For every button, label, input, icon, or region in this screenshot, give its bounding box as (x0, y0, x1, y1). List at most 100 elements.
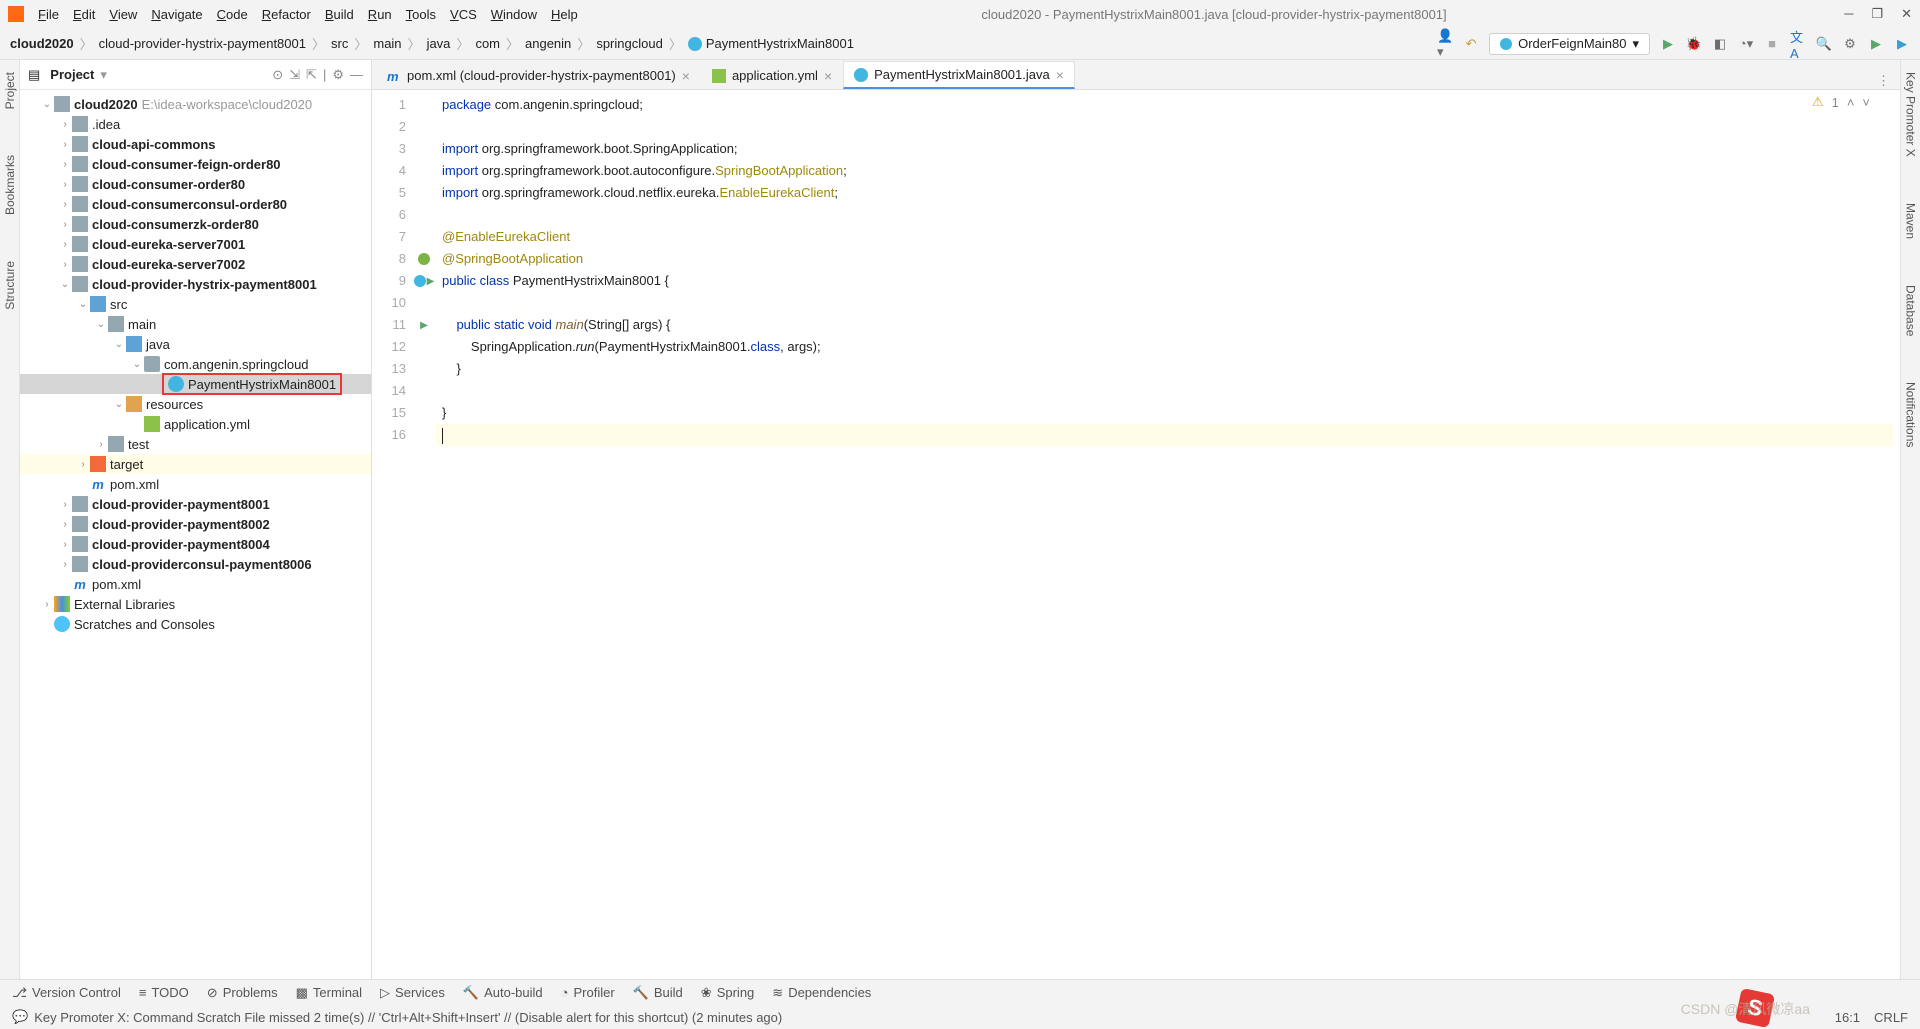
tree-arrow-icon[interactable]: › (58, 219, 72, 230)
editor-inspections[interactable]: ⚠ 1 ˄ ˅ (1812, 94, 1870, 110)
tab-close-icon[interactable]: × (1056, 67, 1064, 83)
rail-database[interactable]: Database (1904, 277, 1918, 344)
menu-file[interactable]: File (32, 5, 65, 24)
tab-close-icon[interactable]: × (682, 68, 690, 84)
menu-window[interactable]: Window (485, 5, 543, 24)
tree-arrow-icon[interactable]: › (94, 439, 108, 450)
tab-close-icon[interactable]: × (824, 68, 832, 84)
tree-arrow-icon[interactable]: › (58, 559, 72, 570)
gutter-run-icon[interactable] (427, 269, 435, 293)
debug-icon[interactable]: 🐞 (1686, 36, 1702, 52)
breadcrumb-item[interactable]: angenin (525, 36, 571, 51)
code-line[interactable]: import org.springframework.cloud.netflix… (442, 182, 1900, 204)
editor-tab[interactable]: PaymentHystrixMain8001.java× (843, 61, 1075, 89)
code-line[interactable]: } (442, 402, 1900, 424)
user-icon[interactable]: 👤▾ (1437, 36, 1453, 52)
code-line[interactable]: import org.springframework.boot.autoconf… (442, 160, 1900, 182)
rail-maven[interactable]: Maven (1904, 195, 1918, 247)
minimize-icon[interactable]: ─ (1844, 6, 1853, 22)
rail-key-promoter-x[interactable]: Key Promoter X (1904, 64, 1918, 165)
locate-icon[interactable]: ⊙ (272, 67, 283, 83)
tree-arrow-icon[interactable]: ⌄ (112, 399, 126, 410)
gutter-icons[interactable] (412, 90, 436, 979)
hide-icon[interactable]: — (350, 67, 363, 82)
maximize-icon[interactable]: ❐ (1871, 6, 1883, 22)
code-line[interactable]: public class PaymentHystrixMain8001 { (442, 270, 1900, 292)
rail-structure[interactable]: Structure (3, 253, 17, 318)
play-green-icon[interactable]: ▶ (1868, 36, 1884, 52)
tree-row[interactable]: ›cloud-eureka-server7002 (20, 254, 371, 274)
code-line[interactable]: import org.springframework.boot.SpringAp… (442, 138, 1900, 160)
run-config-selector[interactable]: OrderFeignMain80 ▾ (1489, 33, 1650, 55)
down-icon[interactable]: ˅ (1862, 95, 1870, 110)
breadcrumb-item[interactable]: PaymentHystrixMain8001 (688, 36, 854, 52)
tree-row[interactable]: ›cloud-consumerconsul-order80 (20, 194, 371, 214)
project-tree[interactable]: ⌄cloud2020E:\idea-workspace\cloud2020›.i… (20, 90, 371, 979)
tree-row[interactable]: ›cloud-consumer-order80 (20, 174, 371, 194)
breadcrumb-item[interactable]: main (373, 36, 401, 51)
line-separator[interactable]: CRLF (1874, 1010, 1908, 1025)
menu-refactor[interactable]: Refactor (256, 5, 317, 24)
toolwindow-build[interactable]: 🔨Build (633, 985, 683, 1001)
tree-arrow-icon[interactable]: › (58, 159, 72, 170)
tree-row[interactable]: ›External Libraries (20, 594, 371, 614)
tree-row[interactable]: ›cloud-provider-payment8004 (20, 534, 371, 554)
rail-notifications[interactable]: Notifications (1904, 374, 1918, 455)
tree-row[interactable]: ›cloud-providerconsul-payment8006 (20, 554, 371, 574)
tree-arrow-icon[interactable]: ⌄ (58, 279, 72, 290)
translate-icon[interactable]: 文A (1790, 36, 1806, 52)
code-line[interactable] (436, 424, 1894, 446)
tree-row[interactable]: ⌄main (20, 314, 371, 334)
code-line[interactable]: @EnableEurekaClient (442, 226, 1900, 248)
tree-row[interactable]: ›test (20, 434, 371, 454)
tree-row[interactable]: application.yml (20, 414, 371, 434)
menu-edit[interactable]: Edit (67, 5, 101, 24)
code-line[interactable] (442, 116, 1900, 138)
code-line[interactable] (442, 380, 1900, 402)
tree-row[interactable]: ⌄cloud2020E:\idea-workspace\cloud2020 (20, 94, 371, 114)
tree-row[interactable]: Scratches and Consoles (20, 614, 371, 634)
breadcrumb[interactable]: cloud2020〉cloud-provider-hystrix-payment… (10, 34, 854, 53)
gutter-spring-icon[interactable] (418, 253, 430, 265)
tree-row[interactable]: PaymentHystrixMain8001 (20, 374, 371, 394)
expand-icon[interactable]: ⇲ (289, 67, 300, 83)
tree-row[interactable]: ›cloud-api-commons (20, 134, 371, 154)
breadcrumb-item[interactable]: springcloud (596, 36, 663, 51)
menu-tools[interactable]: Tools (400, 5, 442, 24)
gutter-class-icon[interactable] (414, 275, 426, 287)
tree-arrow-icon[interactable]: › (58, 499, 72, 510)
tree-arrow-icon[interactable]: › (58, 519, 72, 530)
tree-arrow-icon[interactable]: ⌄ (40, 99, 54, 110)
tree-row[interactable]: ⌄com.angenin.springcloud (20, 354, 371, 374)
coverage-icon[interactable]: ◧ (1712, 36, 1728, 52)
code-line[interactable]: package com.angenin.springcloud; (442, 94, 1900, 116)
tabs-more-icon[interactable]: ⋮ (1867, 73, 1900, 89)
profile-icon[interactable]: ◔▾ (1738, 36, 1754, 52)
tree-arrow-icon[interactable]: › (76, 459, 90, 470)
breadcrumb-item[interactable]: com (475, 36, 500, 51)
back-icon[interactable]: ↶ (1463, 36, 1479, 52)
tree-arrow-icon[interactable]: › (58, 139, 72, 150)
tree-row[interactable]: mpom.xml (20, 474, 371, 494)
tree-arrow-icon[interactable]: › (58, 539, 72, 550)
tree-row[interactable]: ⌄java (20, 334, 371, 354)
tree-arrow-icon[interactable]: › (58, 119, 72, 130)
search-icon[interactable]: 🔍 (1816, 36, 1832, 52)
editor-tab[interactable]: application.yml× (701, 61, 843, 89)
editor-body[interactable]: 12345678910111213141516 package com.ange… (372, 90, 1900, 979)
stop-icon[interactable]: ■ (1764, 36, 1780, 52)
toolwindow-profiler[interactable]: ◔Profiler (561, 985, 615, 1000)
tree-arrow-icon[interactable]: ⌄ (112, 339, 126, 350)
toolwindow-todo[interactable]: ≡TODO (139, 985, 189, 1000)
tree-row[interactable]: ⌄resources (20, 394, 371, 414)
play-blue-icon[interactable]: ▶ (1894, 36, 1910, 52)
menu-run[interactable]: Run (362, 5, 398, 24)
tree-row[interactable]: ⌄cloud-provider-hystrix-payment8001 (20, 274, 371, 294)
toolwindow-dependencies[interactable]: ≋Dependencies (772, 985, 871, 1001)
tree-row[interactable]: ›cloud-consumer-feign-order80 (20, 154, 371, 174)
code-area[interactable]: package com.angenin.springcloud; import … (436, 90, 1900, 979)
toolwindow-terminal[interactable]: ▩Terminal (296, 985, 362, 1001)
code-line[interactable]: SpringApplication.run(PaymentHystrixMain… (442, 336, 1900, 358)
breadcrumb-item[interactable]: java (427, 36, 451, 51)
status-hint-icon[interactable]: 💬 (12, 1009, 28, 1025)
